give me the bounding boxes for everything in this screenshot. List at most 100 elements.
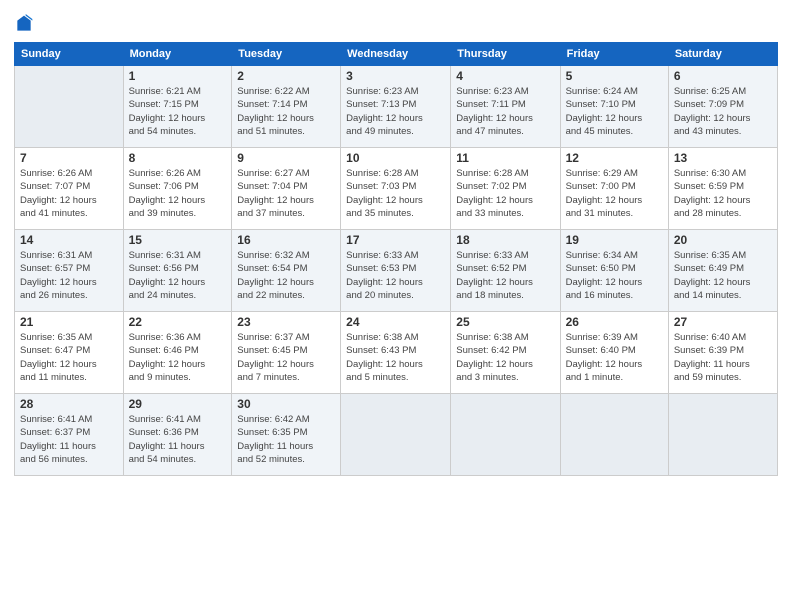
day-number: 10 xyxy=(346,151,445,165)
day-cell: 1 Sunrise: 6:21 AM Sunset: 7:15 PM Daylig… xyxy=(123,66,232,148)
day-cell: 14Sunrise: 6:31 AM Sunset: 6:57 PM Dayli… xyxy=(15,230,124,312)
day-info: Sunrise: 6:33 AM Sunset: 6:52 PM Dayligh… xyxy=(456,249,554,302)
day-cell: 26 Sunrise: 6:39 AM Sunset: 6:40 PM Dayli… xyxy=(560,312,668,394)
day-cell: 29 Sunrise: 6:41 AM Sunset: 6:36 PM Dayli… xyxy=(123,394,232,476)
day-cell: 8 Sunrise: 6:26 AM Sunset: 7:06 PM Daylig… xyxy=(123,148,232,230)
day-number: 25 xyxy=(456,315,554,329)
day-cell: 7Sunrise: 6:26 AM Sunset: 7:07 PM Daylig… xyxy=(15,148,124,230)
day-number: 2 xyxy=(237,69,335,83)
day-cell: 2 Sunrise: 6:22 AM Sunset: 7:14 PM Daylig… xyxy=(232,66,341,148)
day-number: 1 xyxy=(129,69,227,83)
logo xyxy=(14,14,38,34)
weekday-header-row: SundayMondayTuesdayWednesdayThursdayFrid… xyxy=(15,43,778,66)
day-number: 4 xyxy=(456,69,554,83)
day-info: Sunrise: 6:23 AM Sunset: 7:11 PM Dayligh… xyxy=(456,85,554,138)
day-number: 23 xyxy=(237,315,335,329)
day-info: Sunrise: 6:42 AM Sunset: 6:35 PM Dayligh… xyxy=(237,413,335,466)
day-info: Sunrise: 6:37 AM Sunset: 6:45 PM Dayligh… xyxy=(237,331,335,384)
day-cell: 6Sunrise: 6:25 AM Sunset: 7:09 PM Daylig… xyxy=(668,66,777,148)
day-info: Sunrise: 6:35 AM Sunset: 6:47 PM Dayligh… xyxy=(20,331,118,384)
day-info: Sunrise: 6:41 AM Sunset: 6:36 PM Dayligh… xyxy=(129,413,227,466)
day-cell xyxy=(341,394,451,476)
day-info: Sunrise: 6:39 AM Sunset: 6:40 PM Dayligh… xyxy=(566,331,663,384)
day-number: 3 xyxy=(346,69,445,83)
day-cell: 28 Sunrise: 6:41 AM Sunset: 6:37 PM Dayli… xyxy=(15,394,124,476)
day-cell: 25 Sunrise: 6:38 AM Sunset: 6:42 PM Dayli… xyxy=(451,312,560,394)
week-row-5: 28 Sunrise: 6:41 AM Sunset: 6:37 PM Dayli… xyxy=(15,394,778,476)
day-cell: 3 Sunrise: 6:23 AM Sunset: 7:13 PM Daylig… xyxy=(341,66,451,148)
weekday-header-thursday: Thursday xyxy=(451,43,560,66)
day-cell: 27Sunrise: 6:40 AM Sunset: 6:39 PM Dayli… xyxy=(668,312,777,394)
day-cell xyxy=(15,66,124,148)
header xyxy=(14,10,778,34)
day-number: 22 xyxy=(129,315,227,329)
week-row-3: 14Sunrise: 6:31 AM Sunset: 6:57 PM Dayli… xyxy=(15,230,778,312)
day-info: Sunrise: 6:28 AM Sunset: 7:03 PM Dayligh… xyxy=(346,167,445,220)
day-number: 20 xyxy=(674,233,772,247)
day-cell: 21 Sunrise: 6:35 AM Sunset: 6:47 PM Dayli… xyxy=(15,312,124,394)
day-number: 12 xyxy=(566,151,663,165)
day-number: 14 xyxy=(20,233,118,247)
day-cell: 30Sunrise: 6:42 AM Sunset: 6:35 PM Dayli… xyxy=(232,394,341,476)
day-number: 28 xyxy=(20,397,118,411)
day-cell: 19Sunrise: 6:34 AM Sunset: 6:50 PM Dayli… xyxy=(560,230,668,312)
day-cell: 17 Sunrise: 6:33 AM Sunset: 6:53 PM Dayli… xyxy=(341,230,451,312)
day-number: 26 xyxy=(566,315,663,329)
day-cell: 4 Sunrise: 6:23 AM Sunset: 7:11 PM Daylig… xyxy=(451,66,560,148)
day-number: 15 xyxy=(129,233,227,247)
day-cell: 18 Sunrise: 6:33 AM Sunset: 6:52 PM Dayli… xyxy=(451,230,560,312)
day-info: Sunrise: 6:26 AM Sunset: 7:06 PM Dayligh… xyxy=(129,167,227,220)
day-number: 24 xyxy=(346,315,445,329)
day-info: Sunrise: 6:28 AM Sunset: 7:02 PM Dayligh… xyxy=(456,167,554,220)
weekday-header-wednesday: Wednesday xyxy=(341,43,451,66)
day-number: 5 xyxy=(566,69,663,83)
week-row-1: 1 Sunrise: 6:21 AM Sunset: 7:15 PM Daylig… xyxy=(15,66,778,148)
day-info: Sunrise: 6:36 AM Sunset: 6:46 PM Dayligh… xyxy=(129,331,227,384)
day-info: Sunrise: 6:38 AM Sunset: 6:43 PM Dayligh… xyxy=(346,331,445,384)
day-info: Sunrise: 6:30 AM Sunset: 6:59 PM Dayligh… xyxy=(674,167,772,220)
week-row-2: 7Sunrise: 6:26 AM Sunset: 7:07 PM Daylig… xyxy=(15,148,778,230)
day-cell xyxy=(668,394,777,476)
page-container: SundayMondayTuesdayWednesdayThursdayFrid… xyxy=(0,0,792,612)
day-cell xyxy=(451,394,560,476)
weekday-header-friday: Friday xyxy=(560,43,668,66)
day-cell: 22 Sunrise: 6:36 AM Sunset: 6:46 PM Dayli… xyxy=(123,312,232,394)
day-info: Sunrise: 6:21 AM Sunset: 7:15 PM Dayligh… xyxy=(129,85,227,138)
day-info: Sunrise: 6:27 AM Sunset: 7:04 PM Dayligh… xyxy=(237,167,335,220)
day-cell: 10 Sunrise: 6:28 AM Sunset: 7:03 PM Dayli… xyxy=(341,148,451,230)
day-number: 8 xyxy=(129,151,227,165)
day-cell: 5 Sunrise: 6:24 AM Sunset: 7:10 PM Daylig… xyxy=(560,66,668,148)
day-info: Sunrise: 6:38 AM Sunset: 6:42 PM Dayligh… xyxy=(456,331,554,384)
day-cell: 12 Sunrise: 6:29 AM Sunset: 7:00 PM Dayli… xyxy=(560,148,668,230)
day-cell: 9 Sunrise: 6:27 AM Sunset: 7:04 PM Daylig… xyxy=(232,148,341,230)
day-info: Sunrise: 6:22 AM Sunset: 7:14 PM Dayligh… xyxy=(237,85,335,138)
day-number: 9 xyxy=(237,151,335,165)
day-number: 18 xyxy=(456,233,554,247)
day-cell: 15 Sunrise: 6:31 AM Sunset: 6:56 PM Dayli… xyxy=(123,230,232,312)
day-info: Sunrise: 6:23 AM Sunset: 7:13 PM Dayligh… xyxy=(346,85,445,138)
day-number: 21 xyxy=(20,315,118,329)
day-cell: 16Sunrise: 6:32 AM Sunset: 6:54 PM Dayli… xyxy=(232,230,341,312)
day-info: Sunrise: 6:31 AM Sunset: 6:56 PM Dayligh… xyxy=(129,249,227,302)
day-info: Sunrise: 6:33 AM Sunset: 6:53 PM Dayligh… xyxy=(346,249,445,302)
weekday-header-tuesday: Tuesday xyxy=(232,43,341,66)
day-info: Sunrise: 6:29 AM Sunset: 7:00 PM Dayligh… xyxy=(566,167,663,220)
day-cell: 23 Sunrise: 6:37 AM Sunset: 6:45 PM Dayli… xyxy=(232,312,341,394)
day-number: 6 xyxy=(674,69,772,83)
day-cell: 20 Sunrise: 6:35 AM Sunset: 6:49 PM Dayli… xyxy=(668,230,777,312)
day-number: 7 xyxy=(20,151,118,165)
day-number: 19 xyxy=(566,233,663,247)
day-info: Sunrise: 6:41 AM Sunset: 6:37 PM Dayligh… xyxy=(20,413,118,466)
day-cell: 24 Sunrise: 6:38 AM Sunset: 6:43 PM Dayli… xyxy=(341,312,451,394)
weekday-header-sunday: Sunday xyxy=(15,43,124,66)
day-info: Sunrise: 6:24 AM Sunset: 7:10 PM Dayligh… xyxy=(566,85,663,138)
day-info: Sunrise: 6:32 AM Sunset: 6:54 PM Dayligh… xyxy=(237,249,335,302)
day-number: 13 xyxy=(674,151,772,165)
weekday-header-saturday: Saturday xyxy=(668,43,777,66)
day-number: 27 xyxy=(674,315,772,329)
day-info: Sunrise: 6:35 AM Sunset: 6:49 PM Dayligh… xyxy=(674,249,772,302)
day-cell: 11Sunrise: 6:28 AM Sunset: 7:02 PM Dayli… xyxy=(451,148,560,230)
day-number: 17 xyxy=(346,233,445,247)
day-number: 29 xyxy=(129,397,227,411)
logo-icon xyxy=(14,14,34,34)
